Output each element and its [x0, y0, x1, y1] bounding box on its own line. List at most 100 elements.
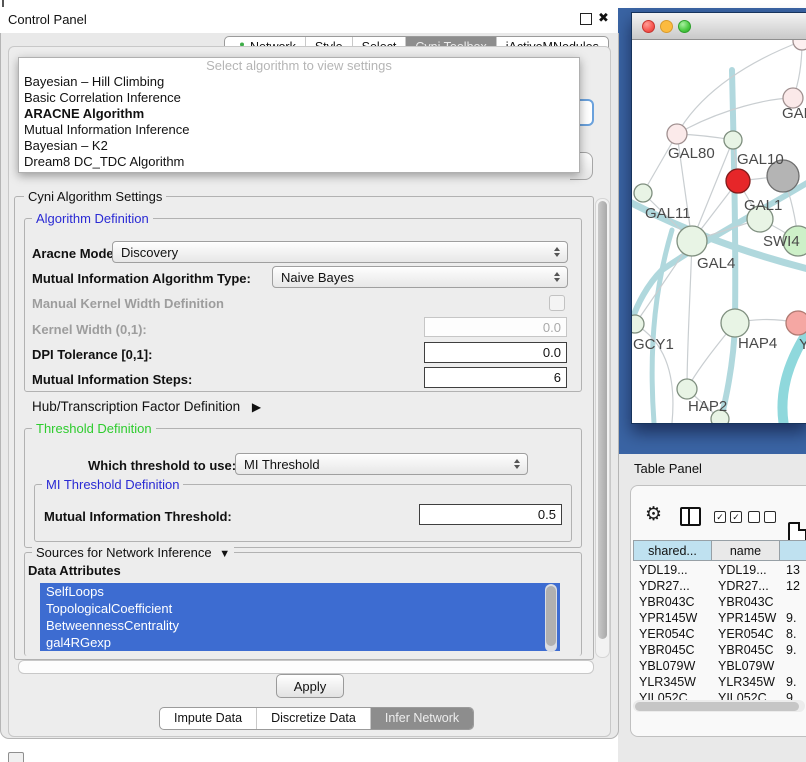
dropdown-item[interactable]: Dream8 DC_TDC Algorithm — [19, 154, 579, 170]
node-gal4[interactable] — [677, 226, 707, 256]
data-attributes-label: Data Attributes — [28, 563, 121, 578]
deselect-all-checkboxes-icon[interactable] — [748, 511, 776, 523]
table-horizontal-scrollbar[interactable] — [633, 700, 805, 712]
scrollbar-thumb[interactable] — [635, 702, 799, 711]
table-row[interactable]: YBR043C YBR043C — [633, 594, 806, 610]
stepper-icon — [554, 272, 560, 282]
algorithm-dropdown-list[interactable]: Select algorithm to view settings Bayesi… — [18, 57, 580, 173]
tab-discretize-data[interactable]: Discretize Data — [256, 708, 370, 729]
node-hap2[interactable] — [677, 379, 697, 399]
cell: YLR345W — [633, 674, 712, 690]
tab-infer-network[interactable]: Infer Network — [370, 708, 473, 729]
node-hap4[interactable] — [721, 309, 749, 337]
minimize-traffic-light-icon[interactable] — [660, 20, 673, 33]
mi-steps-input[interactable]: 6 — [424, 367, 567, 388]
node-gal80[interactable] — [667, 124, 687, 144]
scrollbar-thumb[interactable] — [546, 586, 556, 646]
table-row[interactable]: YLR345W YLR345W 9. — [633, 674, 806, 690]
list-item-selected[interactable]: SelfLoops — [40, 583, 560, 600]
algorithm-definition-title: Algorithm Definition — [32, 211, 153, 226]
network-view-window[interactable]: GAL GAL80 GAL10 GAL11 GAL1 SWI4 GAL4 GCY… — [631, 12, 806, 424]
node-gal11[interactable] — [634, 184, 652, 202]
data-attributes-list[interactable]: SelfLoops TopologicalCoefficient Between… — [40, 583, 560, 653]
dpi-tolerance-input[interactable]: 0.0 — [424, 342, 567, 363]
table-row[interactable]: YDR27... YDR27... 12 — [633, 578, 806, 594]
sources-group-title[interactable]: Sources for Network Inference ▼ — [32, 545, 234, 560]
column-header-partial[interactable]: A — [780, 540, 806, 561]
node-label: HAP2 — [688, 398, 727, 415]
dropdown-item[interactable]: Basic Correlation Inference — [19, 90, 579, 106]
node-red-selected[interactable] — [726, 169, 750, 193]
float-window-icon[interactable] — [580, 13, 592, 25]
checked-box-icon: ✓ — [714, 511, 726, 523]
cell: 9. — [780, 642, 806, 658]
which-threshold-select[interactable]: MI Threshold — [235, 453, 528, 475]
table-row[interactable]: YPR145W YPR145W 9. — [633, 610, 806, 626]
cell: 9. — [780, 674, 806, 690]
cell: 8. — [780, 626, 806, 642]
node-y-partial[interactable] — [786, 311, 806, 335]
expand-arrow-icon[interactable]: ▶ — [252, 400, 261, 414]
threshold-definition-title: Threshold Definition — [32, 421, 156, 436]
cell: YBR045C — [633, 642, 712, 658]
sources-title-label: Sources for Network Inference — [36, 545, 212, 560]
kernel-width-input[interactable]: 0.0 — [424, 317, 567, 337]
list-item-selected[interactable]: BetweennessCentrality — [40, 617, 560, 634]
cell: YBL079W — [633, 658, 712, 674]
table-row[interactable]: YDL19... YDL19... 13 — [633, 562, 806, 578]
settings-horizontal-scrollbar[interactable] — [18, 660, 594, 674]
clipped-artifact — [2, 0, 4, 7]
node-gal10[interactable] — [724, 131, 742, 149]
dropdown-item-selected[interactable]: ARACNE Algorithm — [19, 106, 579, 122]
network-window-titlebar[interactable] — [632, 13, 806, 40]
node-gcy1[interactable] — [632, 315, 644, 333]
cell: YDL19... — [633, 562, 712, 578]
mi-type-select[interactable]: Naive Bayes — [272, 266, 568, 288]
node-partial-top[interactable] — [793, 40, 806, 50]
cell: YDL19... — [712, 562, 780, 578]
close-traffic-light-icon[interactable] — [642, 20, 655, 33]
column-header-shared[interactable]: shared... — [633, 540, 712, 561]
list-item-selected[interactable]: gal4RGexp — [40, 634, 560, 651]
network-canvas[interactable]: GAL GAL80 GAL10 GAL11 GAL1 SWI4 GAL4 GCY… — [632, 40, 806, 423]
close-icon[interactable]: ✖ — [598, 10, 609, 26]
manual-kernel-checkbox[interactable] — [549, 295, 565, 311]
scrollbar-thumb[interactable] — [598, 201, 607, 639]
kernel-width-label: Kernel Width (0,1): — [32, 322, 147, 337]
aracne-mode-select[interactable]: Discovery — [112, 241, 568, 263]
hub-definition-toggle[interactable]: Hub/Transcription Factor Definition ▶ — [32, 399, 261, 414]
dropdown-item[interactable]: Mutual Information Inference — [19, 122, 579, 138]
gear-icon[interactable]: ⚙ — [645, 503, 662, 526]
cell: YPR145W — [712, 610, 780, 626]
control-panel-title: Control Panel — [8, 12, 87, 27]
table-row[interactable]: YBR045C YBR045C 9. — [633, 642, 806, 658]
dpi-tolerance-label: DPI Tolerance [0,1]: — [32, 347, 152, 362]
columns-icon[interactable] — [680, 507, 701, 526]
apply-button[interactable]: Apply — [276, 674, 344, 698]
table-panel-title: Table Panel — [634, 461, 702, 476]
cell: 12 — [780, 578, 806, 594]
zoom-traffic-light-icon[interactable] — [678, 20, 691, 33]
cell: YBR045C — [712, 642, 780, 658]
cell: YLR345W — [712, 674, 780, 690]
clipped-window-icon[interactable] — [8, 752, 24, 762]
cell: YER054C — [712, 626, 780, 642]
dropdown-item[interactable]: Bayesian – Hill Climbing — [19, 74, 579, 90]
dropdown-item[interactable]: Bayesian – K2 — [19, 138, 579, 154]
node-label: GAL4 — [697, 255, 735, 272]
column-header-name[interactable]: name — [712, 540, 780, 561]
bottom-tabbar: Impute Data Discretize Data Infer Networ… — [159, 707, 474, 730]
selected-value: MI Threshold — [244, 457, 320, 472]
table-row[interactable]: YBL079W YBL079W — [633, 658, 806, 674]
mi-threshold-input[interactable]: 0.5 — [419, 504, 562, 525]
list-item-selected[interactable]: TopologicalCoefficient — [40, 600, 560, 617]
list-vertical-scrollbar[interactable] — [545, 584, 557, 652]
hub-definition-label: Hub/Transcription Factor Definition — [32, 399, 240, 414]
collapse-arrow-icon[interactable]: ▼ — [219, 548, 230, 560]
select-all-checkboxes-icon[interactable]: ✓ ✓ — [714, 511, 742, 523]
settings-vertical-scrollbar[interactable] — [595, 198, 610, 658]
table-body[interactable]: YDL19... YDL19... 13 YDR27... YDR27... 1… — [633, 562, 806, 702]
node-label: GAL — [782, 105, 806, 122]
tab-impute-data[interactable]: Impute Data — [160, 708, 256, 729]
table-row[interactable]: YER054C YER054C 8. — [633, 626, 806, 642]
